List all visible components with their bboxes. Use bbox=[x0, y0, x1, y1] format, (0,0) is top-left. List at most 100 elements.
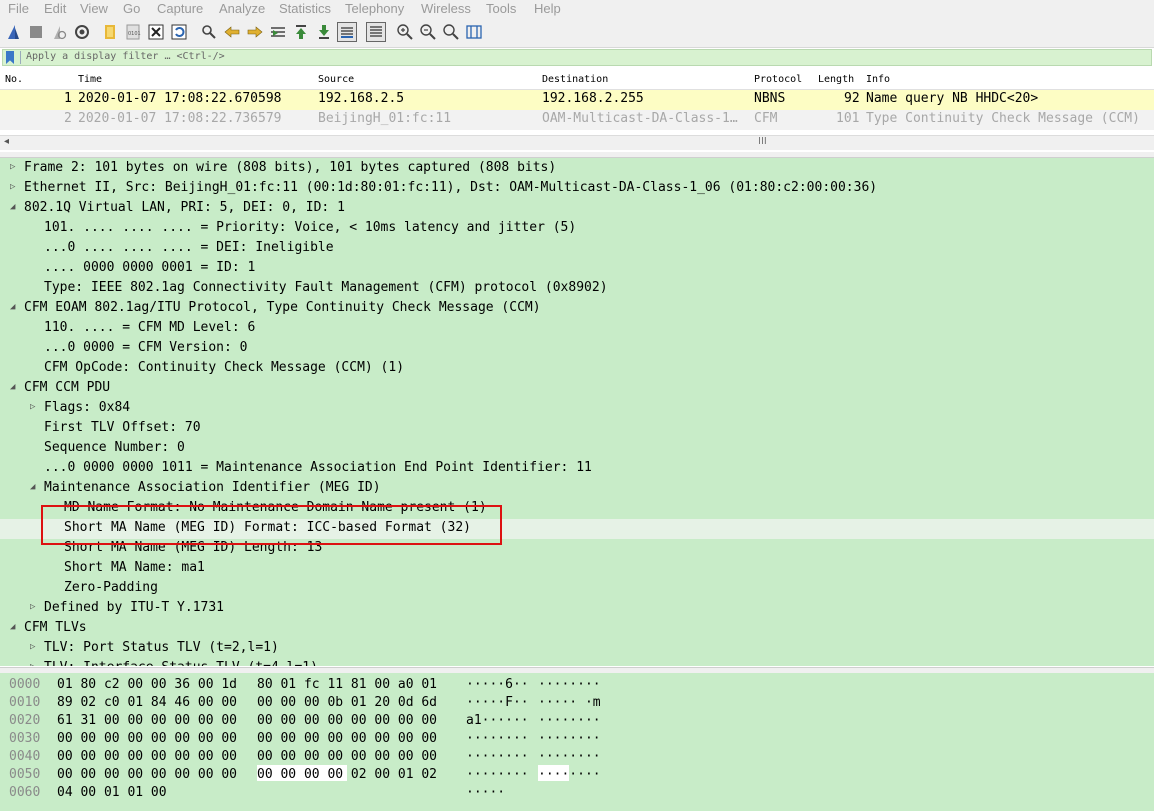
hex-row[interactable]: 0060 04 00 01 01 00 ····· bbox=[0, 784, 1154, 802]
menu-go[interactable]: Go bbox=[123, 1, 140, 16]
collapsed-arrow-icon[interactable]: ▷ bbox=[30, 642, 35, 652]
display-filter-field[interactable]: Apply a display filter … <Ctrl-/> bbox=[2, 49, 1152, 66]
reload-icon[interactable] bbox=[170, 23, 188, 41]
column-header-destination[interactable]: Destination bbox=[542, 74, 608, 85]
menu-tools[interactable]: Tools bbox=[486, 1, 516, 16]
normal-size-icon[interactable] bbox=[442, 23, 460, 41]
tree-node[interactable]: ▷ Defined by ITU-T Y.1731 bbox=[0, 599, 1154, 619]
go-to-packet-icon[interactable] bbox=[269, 23, 287, 41]
tree-field[interactable]: CFM OpCode: Continuity Check Message (CC… bbox=[0, 359, 1154, 379]
hex-row[interactable]: 0050 00 00 00 00 00 00 00 00 00 00 00 00 0… bbox=[0, 766, 1154, 784]
menu-analyze[interactable]: Analyze bbox=[219, 1, 265, 16]
filter-separator bbox=[20, 51, 21, 64]
open-folder-icon[interactable] bbox=[102, 23, 120, 41]
tree-node[interactable]: ▷ Frame 2: 101 bytes on wire (808 bits), … bbox=[0, 159, 1154, 179]
column-header-no[interactable]: No. bbox=[5, 74, 23, 85]
tree-field[interactable]: ...0 .... .... .... = DEI: Ineligible bbox=[0, 239, 1154, 259]
menu-view[interactable]: View bbox=[80, 1, 108, 16]
tree-field[interactable]: Sequence Number: 0 bbox=[0, 439, 1154, 459]
packet-row[interactable]: 1 2020-01-07 17:08:22.670598 192.168.2.5… bbox=[0, 90, 1154, 110]
display-filter-input[interactable]: Apply a display filter … <Ctrl-/> bbox=[26, 51, 225, 62]
autoscroll-icon[interactable] bbox=[337, 22, 357, 42]
colorize-icon[interactable] bbox=[366, 22, 386, 42]
packet-row-selected[interactable]: 2 2020-01-07 17:08:22.736579 BeijingH_01… bbox=[0, 110, 1154, 130]
tree-node[interactable]: ◢ CFM EOAM 802.1ag/ITU Protocol, Type Con… bbox=[0, 299, 1154, 319]
column-header-length[interactable]: Length bbox=[818, 74, 854, 85]
hex-bytes: 61 31 00 00 00 00 00 00 bbox=[57, 713, 238, 728]
hex-ascii: ·····F·· bbox=[466, 695, 529, 710]
packet-list-horizontal-scrollbar[interactable]: ◂ III bbox=[0, 135, 1154, 150]
tree-node[interactable]: ▷ TLV: Port Status TLV (t=2,l=1) bbox=[0, 639, 1154, 659]
tree-field[interactable]: Zero-Padding bbox=[0, 579, 1154, 599]
tree-field[interactable]: 110. .... = CFM MD Level: 6 bbox=[0, 319, 1154, 339]
packet-protocol: NBNS bbox=[754, 91, 786, 106]
tree-node[interactable]: ◢ CFM CCM PDU bbox=[0, 379, 1154, 399]
zoom-out-icon[interactable] bbox=[419, 23, 437, 41]
back-arrow-icon[interactable] bbox=[223, 23, 241, 41]
hex-bytes: 00 00 00 00 00 00 00 00 bbox=[257, 713, 438, 728]
tree-node[interactable]: ◢ CFM TLVs bbox=[0, 619, 1154, 639]
expanded-arrow-icon[interactable]: ◢ bbox=[10, 382, 15, 392]
hex-row[interactable]: 0000 01 80 c2 00 00 36 00 1d 80 01 fc 11 8… bbox=[0, 676, 1154, 694]
column-header-info[interactable]: Info bbox=[866, 74, 890, 85]
hex-bytes: 00 00 00 00 00 00 00 00 bbox=[57, 749, 238, 764]
find-icon[interactable] bbox=[200, 23, 218, 41]
scroll-left-arrow-icon[interactable]: ◂ bbox=[4, 136, 9, 147]
hex-row[interactable]: 0020 61 31 00 00 00 00 00 00 00 00 00 00 0… bbox=[0, 712, 1154, 730]
column-header-time[interactable]: Time bbox=[78, 74, 102, 85]
tree-row-label: CFM OpCode: Continuity Check Message (CC… bbox=[44, 360, 405, 375]
hex-row[interactable]: 0030 00 00 00 00 00 00 00 00 00 00 00 00 0… bbox=[0, 730, 1154, 748]
column-header-protocol[interactable]: Protocol bbox=[754, 74, 802, 85]
collapsed-arrow-icon[interactable]: ▷ bbox=[30, 602, 35, 612]
tree-node[interactable]: ◢ 802.1Q Virtual LAN, PRI: 5, DEI: 0, ID:… bbox=[0, 199, 1154, 219]
menu-statistics[interactable]: Statistics bbox=[279, 1, 331, 16]
tree-field[interactable]: ...0 0000 = CFM Version: 0 bbox=[0, 339, 1154, 359]
expanded-arrow-icon[interactable]: ◢ bbox=[10, 622, 15, 632]
expanded-arrow-icon[interactable]: ◢ bbox=[10, 302, 15, 312]
save-file-icon[interactable]: 0101 bbox=[124, 23, 142, 41]
tree-field[interactable]: ...0 0000 0000 1011 = Maintenance Associ… bbox=[0, 459, 1154, 479]
menu-help[interactable]: Help bbox=[534, 1, 561, 16]
bookmark-icon[interactable] bbox=[6, 51, 14, 64]
column-header-source[interactable]: Source bbox=[318, 74, 354, 85]
packet-no: 2 bbox=[64, 111, 72, 126]
options-gear-icon[interactable] bbox=[73, 23, 91, 41]
collapsed-arrow-icon[interactable]: ▷ bbox=[10, 182, 15, 192]
expanded-arrow-icon[interactable]: ◢ bbox=[30, 482, 35, 492]
collapsed-arrow-icon[interactable]: ▷ bbox=[30, 402, 35, 412]
tree-field[interactable]: Short MA Name: ma1 bbox=[0, 559, 1154, 579]
menu-edit[interactable]: Edit bbox=[44, 1, 66, 16]
collapsed-arrow-icon[interactable]: ▷ bbox=[30, 662, 35, 666]
close-file-icon[interactable] bbox=[147, 23, 165, 41]
tree-node[interactable]: ◢ Maintenance Association Identifier (MEG… bbox=[0, 479, 1154, 499]
scroll-grip[interactable]: III bbox=[758, 136, 767, 147]
menu-file[interactable]: File bbox=[8, 1, 29, 16]
tree-field[interactable]: .... 0000 0000 0001 = ID: 1 bbox=[0, 259, 1154, 279]
tree-field[interactable]: 101. .... .... .... = Priority: Voice, <… bbox=[0, 219, 1154, 239]
expanded-arrow-icon[interactable]: ◢ bbox=[10, 202, 15, 212]
last-packet-icon[interactable] bbox=[315, 23, 333, 41]
hex-offset: 0040 bbox=[9, 749, 41, 764]
zoom-in-icon[interactable] bbox=[396, 23, 414, 41]
tree-node[interactable]: ▷ Ethernet II, Src: BeijingH_01:fc:11 (00… bbox=[0, 179, 1154, 199]
menu-capture[interactable]: Capture bbox=[157, 1, 203, 16]
first-packet-icon[interactable] bbox=[292, 23, 310, 41]
tree-field[interactable]: Type: IEEE 802.1ag Connectivity Fault Ma… bbox=[0, 279, 1154, 299]
collapsed-arrow-icon[interactable]: ▷ bbox=[10, 162, 15, 172]
menu-wireless[interactable]: Wireless bbox=[421, 1, 471, 16]
hex-row[interactable]: 0010 89 02 c0 01 84 46 00 00 00 00 00 0b 0… bbox=[0, 694, 1154, 712]
tree-node[interactable]: ▷ Flags: 0x84 bbox=[0, 399, 1154, 419]
hex-row[interactable]: 0040 00 00 00 00 00 00 00 00 00 00 00 00 0… bbox=[0, 748, 1154, 766]
resize-columns-icon[interactable] bbox=[465, 23, 483, 41]
tree-node[interactable]: ▷ TLV: Interface Status TLV (t=4,l=1) bbox=[0, 659, 1154, 666]
hex-ascii: ········ bbox=[466, 731, 529, 746]
tree-row-label: Maintenance Association Identifier (MEG … bbox=[44, 480, 381, 495]
restart-icon[interactable] bbox=[50, 23, 68, 41]
packet-source: 192.168.2.5 bbox=[318, 91, 405, 106]
tree-field[interactable]: First TLV Offset: 70 bbox=[0, 419, 1154, 439]
stop-icon[interactable] bbox=[27, 23, 45, 41]
shark-fin-start-icon[interactable] bbox=[5, 23, 23, 41]
hex-bytes: 00 00 00 00 00 00 00 00 bbox=[57, 731, 238, 746]
forward-arrow-icon[interactable] bbox=[246, 23, 264, 41]
menu-telephony[interactable]: Telephony bbox=[345, 1, 404, 16]
